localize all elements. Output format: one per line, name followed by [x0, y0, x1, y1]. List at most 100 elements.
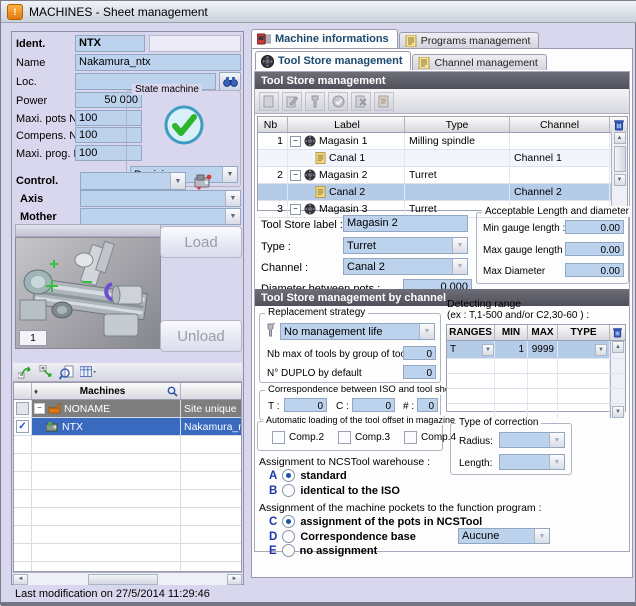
view-options-button[interactable] [80, 365, 96, 380]
store-label-label: Tool Store label : [261, 219, 343, 232]
collapse-node-icon[interactable]: − [290, 204, 301, 215]
comp4-checkbox[interactable] [404, 431, 417, 444]
min-gauge-input[interactable]: 0.00 [565, 220, 624, 234]
tab-programs-management[interactable]: Programs management [399, 32, 540, 48]
empty-row [14, 526, 241, 544]
control-dropdown[interactable]: ▼ [80, 172, 186, 190]
comp3-checkbox[interactable] [338, 431, 351, 444]
site-checkbox[interactable] [16, 402, 29, 415]
axis-dropdown[interactable]: ▼ [80, 190, 241, 207]
scroll-right-arrow[interactable]: ► [227, 574, 242, 585]
collapse-node-icon[interactable]: − [290, 136, 301, 147]
store-type-dropdown[interactable]: Turret ▼ [343, 237, 468, 254]
machines-horizontal-scrollbar[interactable]: ◄ ► [13, 572, 242, 585]
unload-button[interactable]: Unload [160, 320, 242, 352]
load-button[interactable]: Load [160, 226, 242, 258]
nb-max-input[interactable]: 0 [403, 346, 436, 360]
detecting-header[interactable]: RANGES MIN MAX TYPE [447, 325, 625, 341]
radio-d[interactable] [282, 530, 295, 543]
comp3-checkbox-row[interactable]: Comp.3 [338, 431, 390, 444]
autoload-group: Automatic loading of the tool offset in … [257, 421, 443, 451]
comp2-checkbox-row[interactable]: Comp.2 [272, 431, 324, 444]
trash-icon[interactable] [613, 327, 622, 338]
tree-row-site[interactable]: − NONAME Site unique [14, 400, 241, 418]
hash-input[interactable]: 0 [417, 398, 438, 412]
collapse-tree-button[interactable] [17, 365, 33, 380]
store-label-input[interactable]: Magasin 2 [343, 215, 468, 232]
col-label: Label [288, 117, 405, 132]
pockets-option-e[interactable]: E no assignment [269, 544, 377, 557]
scroll-up-arrow[interactable]: ▲ [614, 132, 626, 144]
trash-icon[interactable] [614, 119, 624, 131]
nb-max-label: Nb max of tools by group of tools [267, 348, 413, 361]
store-row-canal2-selected[interactable]: Canal 2 Channel 2 [258, 184, 627, 201]
max-gauge-input[interactable]: 0.00 [565, 242, 624, 256]
strategy-dropdown[interactable]: No management life ▼ [280, 323, 435, 340]
warehouse-option-a[interactable]: A standard [269, 469, 347, 482]
comp4-checkbox-row[interactable]: Comp.4 [404, 431, 456, 444]
store-table-scrollbar[interactable]: ▲ ▼ [611, 132, 627, 210]
machines-tree-header[interactable]: ♦ Machines [14, 383, 241, 400]
chevron-down-icon[interactable]: ▼ [595, 344, 607, 356]
ident-secondary-input[interactable] [149, 35, 241, 52]
scroll-thumb[interactable] [614, 146, 626, 172]
store-row-magasin2[interactable]: 2 − Magasin 2 Turret [258, 167, 627, 184]
max-diameter-input[interactable]: 0.00 [565, 263, 624, 277]
store-row-magasin1[interactable]: 1 − Magasin 1 Milling spindle [258, 133, 627, 150]
control-machine-icon[interactable] [193, 173, 213, 190]
machines-column-header: Machines [80, 386, 126, 397]
chevron-down-icon[interactable]: ▼ [482, 344, 494, 356]
store-channel-dropdown[interactable]: Canal 2 ▼ [343, 258, 468, 275]
tab-tool-store-management[interactable]: Tool Store management [255, 51, 411, 70]
chevron-down-icon: ▼ [452, 259, 467, 274]
tab-machine-informations[interactable]: Machine informations [251, 29, 398, 48]
max-gauge-label: Max gauge length : [483, 244, 568, 257]
expand-tree-button[interactable] [38, 365, 54, 380]
delete-button[interactable] [351, 92, 371, 111]
tree-row-machine[interactable]: ✓ NTX Nakamura_ntx [14, 418, 241, 436]
duplo-input[interactable]: 0 [403, 365, 436, 379]
new-store-button[interactable] [259, 92, 279, 111]
radio-c[interactable] [282, 515, 295, 528]
collapse-node-icon[interactable]: − [34, 403, 45, 414]
report-button[interactable] [374, 92, 394, 111]
scroll-left-arrow[interactable]: ◄ [13, 574, 28, 585]
filter-search-icon[interactable] [167, 386, 178, 397]
length-dropdown[interactable]: ▼ [499, 454, 565, 470]
c-input[interactable]: 0 [352, 398, 395, 412]
scroll-down-arrow[interactable]: ▼ [614, 174, 626, 186]
scroll-thumb[interactable] [88, 574, 158, 585]
pockets-option-d[interactable]: D Correspondence base [269, 530, 416, 543]
warehouse-option-b[interactable]: B identical to the ISO [269, 484, 400, 497]
store-row-canal1[interactable]: Canal 1 Channel 1 [258, 150, 627, 167]
correspondence-base-dropdown[interactable]: Aucune ▼ [458, 528, 550, 544]
radio-a[interactable] [282, 469, 295, 482]
preview-button[interactable] [59, 365, 75, 380]
name-input[interactable]: Nakamura_ntx [75, 54, 241, 71]
search-location-button[interactable] [219, 72, 241, 91]
radio-e[interactable] [282, 544, 295, 557]
site-name: NONAME [64, 403, 110, 415]
tool-button[interactable] [305, 92, 325, 111]
tool-store-table-header[interactable]: Nb Label Type Channel [258, 117, 627, 133]
validate-button[interactable] [328, 92, 348, 111]
detecting-row-selected[interactable]: T ▼ 1 9999 ▼ ▲ [447, 341, 625, 359]
correction-group: Type of correction Radius: ▼ Length: ▼ [450, 423, 572, 475]
comp2-checkbox[interactable] [272, 431, 285, 444]
col-type: Type [405, 117, 510, 132]
mother-dropdown[interactable]: ▼ [80, 208, 241, 225]
tab-channel-management[interactable]: Channel management [412, 54, 546, 70]
machine-checkbox[interactable]: ✓ [16, 420, 29, 433]
machine-3d-viewer[interactable]: 1 [15, 237, 161, 349]
t-input[interactable]: 0 [284, 398, 327, 412]
ident-input[interactable]: NTX [75, 35, 145, 52]
radius-dropdown[interactable]: ▼ [499, 432, 565, 448]
collapse-node-icon[interactable]: − [290, 170, 301, 181]
pockets-option-c[interactable]: C assignment of the pots in NCSTool [269, 515, 482, 528]
radio-b[interactable] [282, 484, 295, 497]
chevron-down-icon: ▼ [225, 191, 240, 206]
edit-store-button[interactable] [282, 92, 302, 111]
scroll-down-arrow[interactable]: ▼ [612, 406, 624, 418]
scroll-up-arrow[interactable]: ▲ [612, 341, 624, 353]
warehouse-title: Assignment to NCSTool warehouse : [259, 456, 430, 469]
